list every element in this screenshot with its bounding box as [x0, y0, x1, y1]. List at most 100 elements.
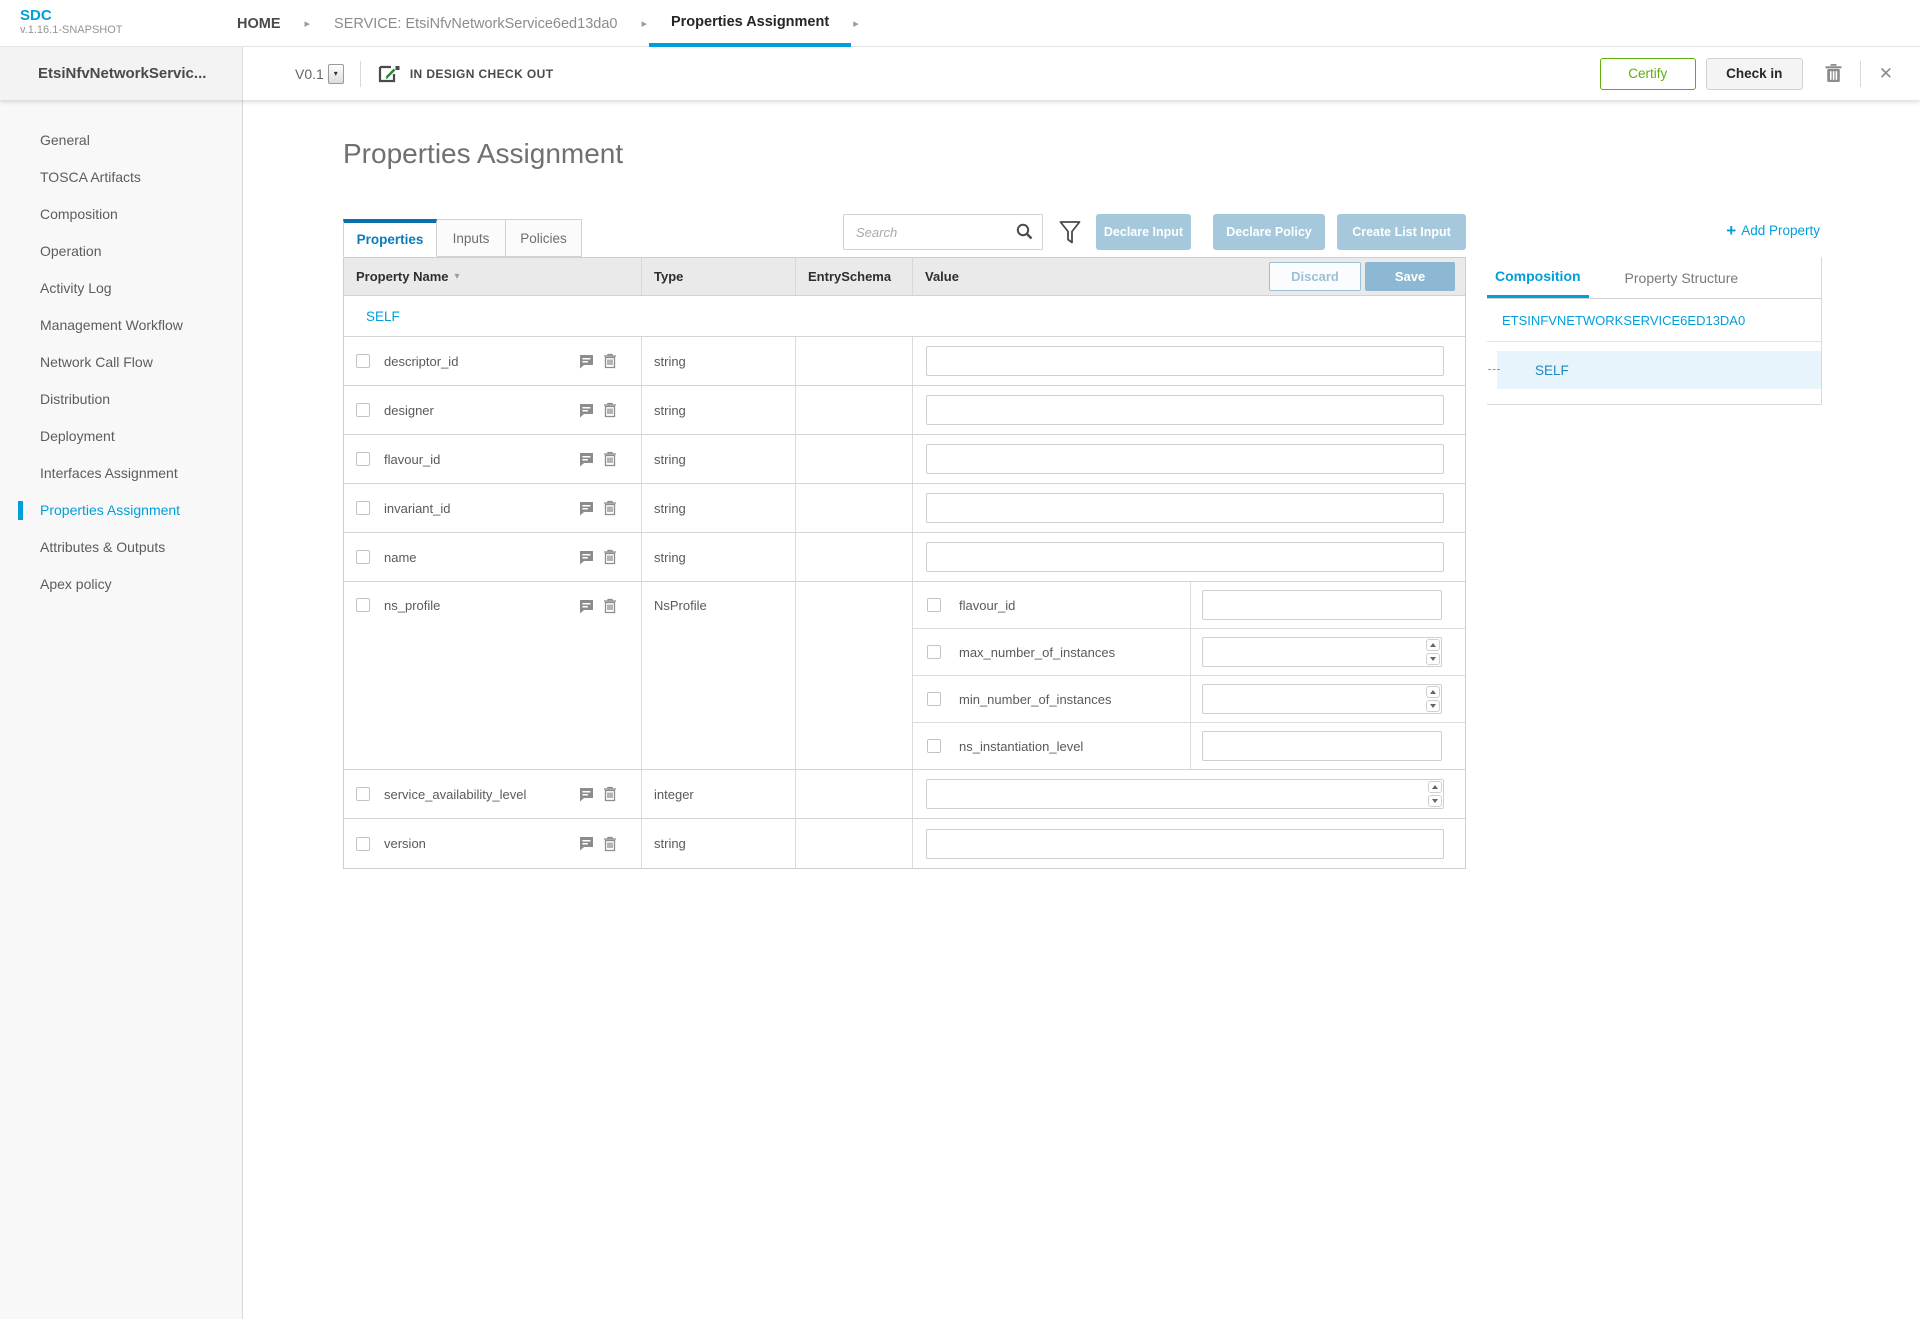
sub-property-checkbox[interactable]	[927, 692, 941, 706]
annotation-icon[interactable]	[579, 836, 594, 851]
hierarchy-panel: Composition Property Structure ETSINFVNE…	[1487, 257, 1822, 405]
entity-toolbar: EtsiNfvNetworkServic... V0.1 ▾ IN DESIGN…	[0, 47, 1920, 100]
row-checkbox[interactable]	[356, 354, 370, 368]
sub-property-checkbox[interactable]	[927, 598, 941, 612]
sidebar-item-management-workflow[interactable]: Management Workflow	[0, 307, 242, 344]
value-input[interactable]	[926, 395, 1444, 425]
tab-properties[interactable]: Properties	[343, 219, 437, 257]
delete-service-button[interactable]	[1825, 64, 1842, 83]
breadcrumb: HOME ▸ SERVICE: EtsiNfvNetworkService6ed…	[215, 0, 861, 47]
delete-property-icon[interactable]	[603, 598, 617, 614]
sub-property-name: min_number_of_instances	[959, 692, 1111, 707]
annotation-icon[interactable]	[579, 403, 594, 418]
sidebar-item-general[interactable]: General	[0, 122, 242, 159]
sidebar-item-activity-log[interactable]: Activity Log	[0, 270, 242, 307]
delete-property-icon[interactable]	[603, 451, 617, 467]
sidebar-item-operation[interactable]: Operation	[0, 233, 242, 270]
breadcrumb-properties-assignment[interactable]: Properties Assignment	[649, 0, 851, 47]
delete-property-icon[interactable]	[603, 402, 617, 418]
annotation-icon[interactable]	[579, 354, 594, 369]
entry-schema-cell	[795, 337, 912, 385]
close-button[interactable]: ✕	[1879, 65, 1893, 82]
tab-policies[interactable]: Policies	[506, 219, 582, 257]
value-input[interactable]	[926, 829, 1444, 859]
sidebar-item-composition[interactable]: Composition	[0, 196, 242, 233]
certify-button[interactable]: Certify	[1600, 58, 1696, 90]
delete-property-icon[interactable]	[603, 786, 617, 802]
sidebar-item-interfaces-assignment[interactable]: Interfaces Assignment	[0, 455, 242, 492]
annotation-icon[interactable]	[579, 452, 594, 467]
discard-button[interactable]: Discard	[1269, 262, 1361, 291]
column-header-property-name[interactable]: Property Name ▾	[344, 258, 641, 295]
property-type: string	[641, 337, 795, 385]
sub-value-input[interactable]	[1202, 637, 1442, 667]
divider	[1190, 629, 1191, 675]
column-header-type: Type	[641, 258, 795, 295]
sidebar-item-distribution[interactable]: Distribution	[0, 381, 242, 418]
table-row: name string	[344, 533, 1465, 582]
annotation-icon[interactable]	[579, 787, 594, 802]
delete-property-icon[interactable]	[603, 836, 617, 852]
search-input[interactable]	[843, 214, 1043, 250]
sub-value-input[interactable]	[1202, 731, 1442, 761]
value-input[interactable]	[926, 779, 1444, 809]
sidebar-item-deployment[interactable]: Deployment	[0, 418, 242, 455]
row-checkbox[interactable]	[356, 403, 370, 417]
delete-property-icon[interactable]	[603, 500, 617, 516]
value-input[interactable]	[926, 444, 1444, 474]
annotation-icon[interactable]	[579, 599, 594, 614]
sidebar-item-properties-assignment[interactable]: Properties Assignment	[0, 492, 242, 529]
row-checkbox[interactable]	[356, 787, 370, 801]
annotation-icon[interactable]	[579, 501, 594, 516]
property-type: string	[641, 819, 795, 868]
property-type: string	[641, 435, 795, 483]
tab-composition[interactable]: Composition	[1487, 257, 1589, 298]
row-checkbox[interactable]	[356, 501, 370, 515]
sub-property-checkbox[interactable]	[927, 645, 941, 659]
declare-input-button[interactable]: Declare Input	[1096, 214, 1191, 250]
row-checkbox[interactable]	[356, 452, 370, 466]
sidebar-item-attributes-outputs[interactable]: Attributes & Outputs	[0, 529, 242, 566]
composition-node-link[interactable]: ETSINFVNETWORKSERVICE6ED13DA0	[1487, 299, 1821, 342]
self-group-link[interactable]: SELF	[366, 309, 400, 324]
delete-property-icon[interactable]	[603, 549, 617, 565]
checkin-button[interactable]: Check in	[1706, 58, 1803, 90]
entity-name: EtsiNfvNetworkServic...	[0, 47, 243, 100]
plus-icon: +	[1726, 221, 1736, 240]
property-name: designer	[384, 403, 434, 418]
sidebar-item-apex-policy[interactable]: Apex policy	[0, 566, 242, 603]
property-type: NsProfile	[641, 582, 795, 769]
number-spinner[interactable]	[1426, 686, 1440, 712]
version-dropdown[interactable]: ▾	[328, 64, 344, 84]
row-checkbox[interactable]	[356, 598, 370, 612]
sub-value-input[interactable]	[1202, 684, 1442, 714]
declare-policy-button[interactable]: Declare Policy	[1213, 214, 1325, 250]
self-node-item[interactable]: SELF	[1497, 351, 1821, 389]
value-input[interactable]	[926, 542, 1444, 572]
breadcrumb-service[interactable]: SERVICE: EtsiNfvNetworkService6ed13da0	[312, 0, 639, 47]
sub-property-checkbox[interactable]	[927, 739, 941, 753]
delete-property-icon[interactable]	[603, 353, 617, 369]
main-content: Properties Assignment Properties Inputs …	[243, 100, 1920, 1319]
number-spinner[interactable]	[1428, 781, 1442, 807]
annotation-icon[interactable]	[579, 550, 594, 565]
number-spinner[interactable]	[1426, 639, 1440, 665]
add-property-button[interactable]: +Add Property	[1487, 221, 1820, 241]
tab-property-structure[interactable]: Property Structure	[1617, 257, 1747, 298]
row-checkbox[interactable]	[356, 837, 370, 851]
sidebar-item-network-call-flow[interactable]: Network Call Flow	[0, 344, 242, 381]
sub-value-input[interactable]	[1202, 590, 1442, 620]
breadcrumb-caret-icon: ▸	[303, 0, 313, 47]
properties-table: Property Name ▾ Type EntrySchema Value D…	[343, 257, 1466, 869]
row-checkbox[interactable]	[356, 550, 370, 564]
value-input[interactable]	[926, 493, 1444, 523]
value-input[interactable]	[926, 346, 1444, 376]
save-button[interactable]: Save	[1365, 262, 1455, 291]
sidebar-item-tosca-artifacts[interactable]: TOSCA Artifacts	[0, 159, 242, 196]
view-tabs: Properties Inputs Policies	[343, 219, 582, 257]
group-row-self: SELF	[344, 296, 1465, 337]
breadcrumb-home[interactable]: HOME	[215, 0, 303, 47]
tab-inputs[interactable]: Inputs	[437, 219, 506, 257]
create-list-input-button[interactable]: Create List Input	[1337, 214, 1466, 250]
filter-button[interactable]	[1057, 220, 1083, 246]
